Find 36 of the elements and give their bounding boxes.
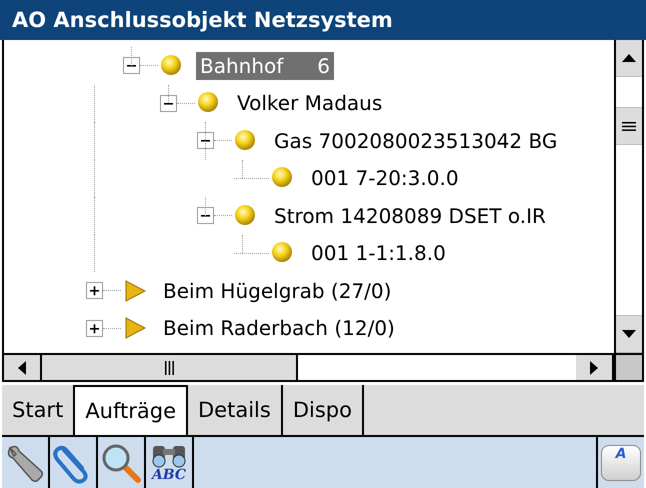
- collapse-icon[interactable]: [197, 132, 214, 150]
- tree-item[interactable]: 001 1-1:1.8.0: [307, 239, 450, 268]
- magnifier-icon[interactable]: [100, 442, 142, 484]
- collapse-icon[interactable]: [160, 94, 177, 112]
- tree-item[interactable]: Strom 14208089 DSET o.IR: [270, 202, 550, 230]
- left-arrow-icon: [18, 360, 26, 374]
- triangle-icon: [123, 278, 147, 303]
- ball-icon: [160, 54, 184, 78]
- scroll-left-button[interactable]: [4, 355, 42, 380]
- tree-item[interactable]: Beim Raderbach (12/0): [159, 314, 399, 342]
- tree-item[interactable]: Volker Madaus: [233, 89, 386, 118]
- tree-item[interactable]: Bahnhof 6: [196, 52, 334, 80]
- scroll-up-button[interactable]: [616, 40, 642, 77]
- tree-item[interactable]: 001 7-20:3.0.0: [307, 164, 463, 192]
- tab[interactable]: Aufträge: [73, 385, 188, 435]
- collapse-icon[interactable]: [197, 207, 214, 224]
- scroll-thumb[interactable]: [42, 355, 298, 380]
- tab[interactable]: Details: [188, 385, 283, 435]
- scroll-right-button[interactable]: [576, 355, 614, 380]
- tree-item[interactable]: Gas 7002080023513042 BG: [270, 126, 562, 155]
- window-title: AO Anschlussobjekt Netzsystem: [12, 8, 393, 32]
- scroll-down-button[interactable]: [616, 315, 642, 353]
- expand-icon[interactable]: [86, 320, 103, 337]
- scroll-thumb[interactable]: [616, 107, 642, 145]
- expand-icon[interactable]: [86, 282, 103, 300]
- tree-item[interactable]: Beim Hügelgrab (27/0): [159, 276, 396, 305]
- down-arrow-icon: [622, 330, 636, 338]
- tab[interactable]: Dispo: [282, 385, 364, 435]
- right-arrow-icon: [590, 360, 598, 374]
- triangle-icon: [123, 316, 147, 340]
- collapse-icon[interactable]: [123, 57, 140, 74]
- up-arrow-icon: [622, 54, 636, 62]
- keyboard-button[interactable]: A: [601, 444, 641, 480]
- ball-icon: [234, 128, 258, 153]
- ball-icon: [234, 204, 258, 228]
- tab[interactable]: Start: [2, 385, 76, 435]
